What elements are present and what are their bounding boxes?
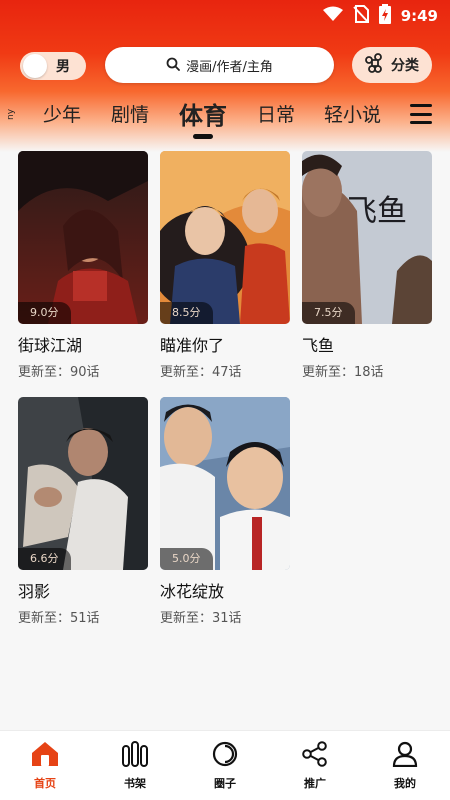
comic-update: 更新至：18话 xyxy=(302,365,384,380)
user-icon xyxy=(391,741,419,771)
comic-update: 更新至：90话 xyxy=(18,365,100,380)
comic-title[interactable]: 飞鱼 xyxy=(302,332,432,356)
score-badge: 6.6分 xyxy=(18,548,71,570)
score-badge: 7.5分 xyxy=(302,302,355,324)
nav-label: 圈子 xyxy=(214,777,236,790)
nav-promote[interactable]: 推广 xyxy=(270,731,360,800)
nav-bookshelf[interactable]: 书架 xyxy=(90,731,180,800)
comic-cover[interactable]: 6.6分 xyxy=(18,397,148,570)
nav-circle[interactable]: 圈子 xyxy=(180,731,270,800)
comic-title[interactable]: 羽影 xyxy=(18,578,148,602)
nav-label: 推广 xyxy=(304,777,326,790)
comic-update: 更新至：51话 xyxy=(18,611,100,626)
comic-cover[interactable]: 飞鱼 7.5分 xyxy=(302,151,432,324)
bookshelf-icon xyxy=(121,741,149,771)
comic-title[interactable]: 街球江湖 xyxy=(18,332,148,356)
score-badge: 8.5分 xyxy=(160,302,213,324)
comic-card[interactable]: 5.0分 冰花绽放 更新至：31话 xyxy=(160,397,290,626)
nav-label: 我的 xyxy=(394,777,416,790)
nav-home[interactable]: 首页 xyxy=(0,731,90,800)
nav-label: 首页 xyxy=(34,777,56,790)
comic-card[interactable]: 9.0分 街球江湖 更新至：90话 xyxy=(18,151,148,380)
circle-icon xyxy=(211,741,239,771)
comic-cover[interactable]: 5.0分 xyxy=(160,397,290,570)
bottom-nav: 首页 书架 圈子 推广 我的 xyxy=(0,730,450,800)
comic-card[interactable]: 6.6分 羽影 更新至：51话 xyxy=(18,397,148,626)
comic-update: 更新至：47话 xyxy=(160,365,242,380)
comic-update: 更新至：31话 xyxy=(160,611,242,626)
comic-card[interactable]: 飞鱼 7.5分 飞鱼 更新至：18话 xyxy=(302,151,432,380)
comic-title[interactable]: 冰花绽放 xyxy=(160,578,290,602)
share-icon xyxy=(301,741,329,771)
comic-cover[interactable]: 9.0分 xyxy=(18,151,148,324)
cover-title-text: 飞鱼 xyxy=(347,194,407,229)
nav-me[interactable]: 我的 xyxy=(360,731,450,800)
nav-label: 书架 xyxy=(124,777,146,790)
score-badge: 5.0分 xyxy=(160,548,213,570)
comic-cover[interactable]: 8.5分 xyxy=(160,151,290,324)
score-badge: 9.0分 xyxy=(18,302,71,324)
comic-card[interactable]: 8.5分 瞄准你了 更新至：47话 xyxy=(160,151,290,380)
home-icon xyxy=(31,741,59,771)
comic-grid: 9.0分 街球江湖 更新至：90话 8.5分 瞄准你了 更新至：47话 飞鱼 7… xyxy=(0,0,450,730)
comic-title[interactable]: 瞄准你了 xyxy=(160,332,290,356)
